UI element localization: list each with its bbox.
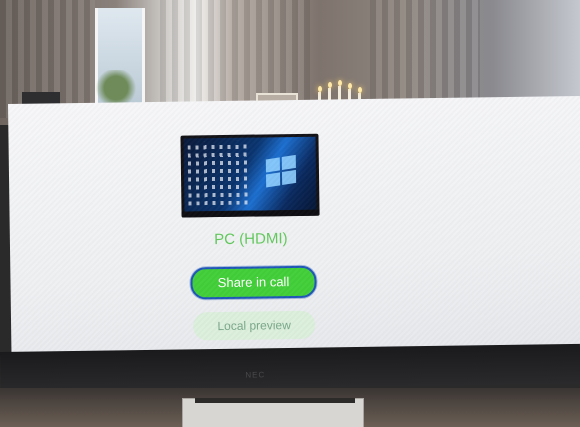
candle-flame: [358, 87, 362, 93]
windows-desktop-image: [183, 136, 317, 212]
tv-bezel: NEC: [0, 343, 580, 392]
brand-logo: NEC: [245, 370, 266, 380]
source-thumbnail[interactable]: [180, 133, 320, 218]
stand-slot: [195, 398, 355, 403]
photo-scene: PC (HDMI) Share in call Local preview NE…: [0, 0, 580, 427]
taskbar: [181, 209, 320, 218]
windows-logo-icon: [265, 154, 297, 188]
candle-flame: [328, 82, 332, 88]
share-in-call-button[interactable]: Share in call: [190, 265, 317, 300]
tv-screen: PC (HDMI) Share in call Local preview: [8, 96, 580, 376]
source-label: PC (HDMI): [214, 230, 288, 249]
local-preview-button[interactable]: Local preview: [192, 310, 316, 341]
desktop-icons: [187, 140, 249, 206]
candle: [338, 86, 341, 100]
candle-flame: [338, 80, 342, 86]
candle-flame: [318, 86, 322, 92]
candle-flame: [348, 83, 352, 89]
